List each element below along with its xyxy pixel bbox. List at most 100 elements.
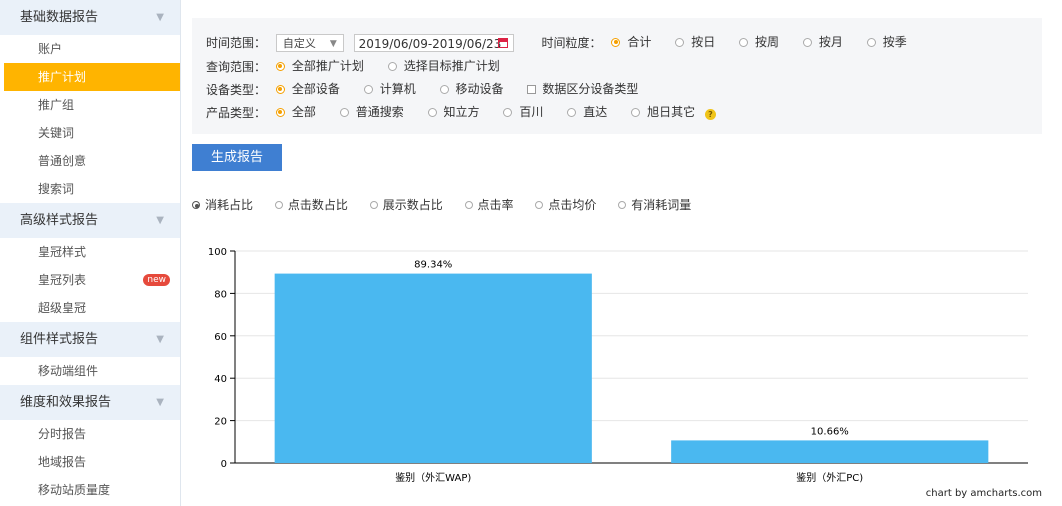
calendar-icon[interactable] [497,38,508,48]
sidebar-item-creative[interactable]: 普通创意 [0,147,180,175]
radio-icon [427,107,437,117]
query-radio-select[interactable]: 选择目标推广计划 [387,56,500,76]
checkbox-label: 数据区分设备类型 [542,82,639,96]
radio-label: 合计 [627,35,652,49]
y-tick-label: 60 [214,332,227,343]
radio-label: 选择目标推广计划 [403,59,500,73]
device-radio-computer[interactable]: 计算机 [363,79,416,99]
sidebar-item-mobile-quality[interactable]: 移动站质量度 [0,476,180,504]
y-tick-label: 80 [214,289,227,300]
radio-checked-icon [275,61,285,71]
radio-icon [739,37,749,47]
sidebar-group-advanced[interactable]: 高级样式报告 ▼ [0,203,180,238]
help-icon[interactable]: ? [704,108,716,120]
chart-credit[interactable]: chart by amcharts.com [926,488,1042,499]
y-tick-label: 40 [214,374,227,385]
metric-radio-cpc[interactable]: 点击均价 [535,196,596,214]
radio-icon [866,37,876,47]
sidebar-item-crown-list[interactable]: 皇冠列表 new [0,266,180,294]
filter-panel: 时间范围： 自定义 ▼ 2019/06/09-2019/06/23 时间粒度： 合… [192,18,1042,134]
granularity-radio-month[interactable]: 按月 [802,32,843,52]
radio-label: 按月 [818,35,843,49]
chevron-down-icon: ▼ [156,12,164,23]
radio-label: 全部设备 [291,82,340,96]
radio-label: 直达 [583,105,608,119]
metric-radio-cost-words[interactable]: 有消耗词量 [618,196,691,214]
sidebar-group-dimension[interactable]: 维度和效果报告 ▼ [0,385,180,420]
x-tick-label: 鉴别（外汇WAP) [395,471,471,484]
radio-label: 全部 [291,105,316,119]
date-range-value: 2019/06/09-2019/06/23 [358,37,502,51]
time-range-label: 时间范围： [206,35,267,50]
sidebar-item-hourly[interactable]: 分时报告 [0,420,180,448]
product-radio-zhilifang[interactable]: 知立方 [427,102,480,122]
radio-icon [631,107,641,117]
data-label: 10.66% [811,426,849,437]
sidebar-group-component[interactable]: 组件样式报告 ▼ [0,322,180,357]
radio-icon [535,201,544,209]
sidebar-group-label: 维度和效果报告 [20,395,112,410]
radio-label: 移动设备 [455,82,504,96]
query-radio-all[interactable]: 全部推广计划 [275,56,364,76]
time-range-row: 时间范围： 自定义 ▼ 2019/06/09-2019/06/23 时间粒度： 合… [206,32,927,52]
sidebar-item-search-term[interactable]: 搜索词 [0,175,180,203]
radio-icon [339,107,349,117]
granularity-label: 时间粒度： [541,35,602,50]
x-tick-label: 鉴别（外汇PC) [796,471,863,484]
radio-label: 百川 [519,105,544,119]
metric-radio-impression-share[interactable]: 展示数占比 [369,196,443,214]
radio-label: 点击数占比 [287,198,348,212]
radio-icon [567,107,577,117]
sidebar-item-account[interactable]: 账户 [0,35,180,63]
bar [274,273,592,463]
device-radio-all[interactable]: 全部设备 [275,79,340,99]
sidebar-group-label: 基础数据报告 [20,10,99,25]
sidebar-item-mobile-component[interactable]: 移动端组件 [0,357,180,385]
device-radio-mobile[interactable]: 移动设备 [439,79,504,99]
radio-label: 按季 [882,35,907,49]
sidebar-item-keyword[interactable]: 关键词 [0,119,180,147]
radio-checked-icon [611,37,621,47]
sidebar-group-label: 组件样式报告 [20,332,99,347]
product-radio-search[interactable]: 普通搜索 [339,102,404,122]
radio-label: 全部推广计划 [291,59,364,73]
bar-chart: 0 20 40 60 80 100 89.34% 鉴别（外汇WAP) 10.66% 鉴别（外汇PC… [208,247,1028,484]
date-range-input[interactable]: 2019/06/09-2019/06/23 [353,34,514,52]
radio-label: 展示数占比 [382,198,443,212]
radio-label: 按日 [691,35,716,49]
granularity-radio-quarter[interactable]: 按季 [866,32,907,52]
metric-radio-ctr[interactable]: 点击率 [464,196,514,214]
y-tick-label: 0 [221,459,227,470]
checkbox-icon [527,84,537,94]
product-type-label: 产品类型： [206,105,267,120]
metric-radio-click-share[interactable]: 点击数占比 [274,196,348,214]
sidebar-item-crown-style[interactable]: 皇冠样式 [0,238,180,266]
sidebar-item-adgroup[interactable]: 推广组 [0,91,180,119]
product-radio-zhida[interactable]: 直达 [567,102,607,122]
product-radio-other[interactable]: 旭日其它 [631,102,695,122]
sidebar-item-super-crown[interactable]: 超级皇冠 [0,294,180,322]
granularity-radio-week[interactable]: 按周 [739,32,779,52]
y-tick-label: 100 [208,247,227,258]
product-radio-baichuan[interactable]: 百川 [503,102,543,122]
radio-icon [387,61,397,71]
radio-icon [363,84,373,94]
sidebar-item-campaign[interactable]: 推广计划 [4,63,180,91]
radio-icon [439,84,449,94]
time-range-select[interactable]: 自定义 ▼ [275,34,344,52]
granularity-radio-day[interactable]: 按日 [675,32,715,52]
y-tick-label: 20 [214,417,227,428]
sidebar-group-basic[interactable]: 基础数据报告 ▼ [0,0,180,35]
sidebar-item-region[interactable]: 地域报告 [0,448,180,476]
chevron-down-icon: ▼ [156,334,164,345]
chevron-down-icon: ▼ [329,39,337,49]
metric-selector: 消耗占比 点击数占比 展示数占比 点击率 点击均价 有消耗词量 [192,196,709,214]
device-split-checkbox[interactable]: 数据区分设备类型 [527,79,638,99]
generate-report-button[interactable]: 生成报告 [192,144,282,171]
metric-radio-cost-share[interactable]: 消耗占比 [192,196,253,214]
device-type-row: 设备类型： 全部设备 计算机 移动设备 数据区分设备类型 [206,79,658,99]
product-radio-all[interactable]: 全部 [275,102,316,122]
radio-label: 旭日其它 [647,105,696,119]
radio-label: 知立方 [443,105,480,119]
granularity-radio-total[interactable]: 合计 [611,32,651,52]
